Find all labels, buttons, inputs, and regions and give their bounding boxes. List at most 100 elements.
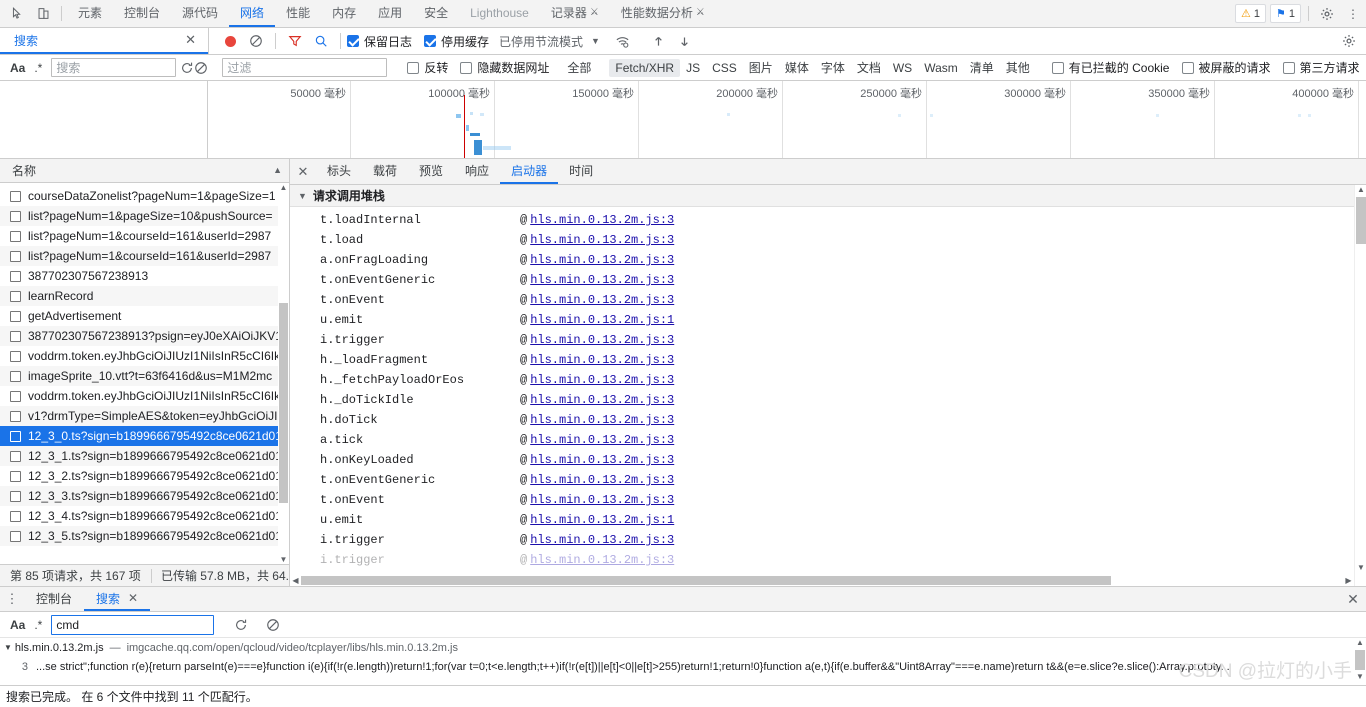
detail-horizontal-scrollbar[interactable]: ◀ ▶ xyxy=(290,574,1354,586)
row-checkbox[interactable] xyxy=(10,211,21,222)
match-case-toggle[interactable]: Aa xyxy=(0,618,32,632)
source-link[interactable]: hls.min.0.13.2m.js:3 xyxy=(530,473,674,487)
drawer-close-icon[interactable]: ✕ xyxy=(1340,587,1366,611)
scrollbar-thumb[interactable] xyxy=(301,576,1111,585)
row-checkbox[interactable] xyxy=(10,371,21,382)
detail-tab-response[interactable]: 响应 xyxy=(454,159,500,184)
message-badge[interactable]: ⚑ 1 xyxy=(1270,4,1301,23)
detail-vertical-scrollbar[interactable]: ▲ ▼ xyxy=(1354,185,1366,586)
source-link[interactable]: hls.min.0.13.2m.js:3 xyxy=(530,373,674,387)
row-checkbox[interactable] xyxy=(10,291,21,302)
list-item[interactable]: u.emit@hls.min.0.13.2m.js:1 xyxy=(290,310,1366,330)
source-link[interactable]: hls.min.0.13.2m.js:3 xyxy=(530,353,674,367)
network-settings-gear-icon[interactable] xyxy=(1336,28,1362,54)
device-toolbar-icon[interactable] xyxy=(30,0,56,27)
invert-checkbox[interactable]: 反转 xyxy=(407,59,448,76)
filter-type-ws[interactable]: WS xyxy=(887,59,918,77)
table-row[interactable]: 12_3_4.ts?sign=b1899666795492c8ce0621d01 xyxy=(0,506,289,526)
row-checkbox[interactable] xyxy=(10,471,21,482)
row-checkbox[interactable] xyxy=(10,411,21,422)
tab-performance[interactable]: 性能 xyxy=(275,0,321,27)
search-input[interactable] xyxy=(51,58,176,77)
table-row[interactable]: courseDataZonelist?pageNum=1&pageSize=1 xyxy=(0,186,289,206)
refresh-icon[interactable] xyxy=(228,612,254,638)
tab-performance-insights[interactable]: 性能数据分析 ⚔ xyxy=(610,0,716,27)
row-checkbox[interactable] xyxy=(10,191,21,202)
table-row[interactable]: 387702307567238913?psign=eyJ0eXAiOiJKV1 xyxy=(0,326,289,346)
regex-toggle[interactable]: .* xyxy=(32,61,51,75)
request-list-scrollbar[interactable]: ▲ ▼ xyxy=(278,183,289,564)
list-item[interactable]: h._doTickIdle@hls.min.0.13.2m.js:3 xyxy=(290,390,1366,410)
close-icon[interactable]: ✕ xyxy=(128,591,138,605)
scroll-right-arrow[interactable]: ▶ xyxy=(1343,576,1354,585)
tab-network[interactable]: 网络 xyxy=(229,0,275,27)
clear-icon[interactable] xyxy=(243,28,269,54)
filter-input[interactable] xyxy=(222,58,387,77)
filter-type-js[interactable]: JS xyxy=(680,59,706,77)
match-case-toggle[interactable]: Aa xyxy=(0,61,32,75)
tab-recorder[interactable]: 记录器 ⚔ xyxy=(540,0,610,27)
tab-sources[interactable]: 源代码 xyxy=(171,0,229,27)
filter-type-all[interactable]: 全部 xyxy=(561,57,597,78)
hide-data-urls-checkbox[interactable]: 隐藏数据网址 xyxy=(460,59,549,76)
scrollbar-thumb[interactable] xyxy=(279,303,288,503)
request-list-header[interactable]: 名称 ▲ xyxy=(0,159,289,183)
scroll-left-arrow[interactable]: ◀ xyxy=(290,576,301,585)
row-checkbox[interactable] xyxy=(10,431,21,442)
search-results-list[interactable]: ▼ hls.min.0.13.2m.js — imgcache.qq.com/o… xyxy=(0,638,1366,685)
blocked-requests-checkbox[interactable]: 被屏蔽的请求 xyxy=(1182,59,1271,76)
scroll-down-arrow[interactable]: ▼ xyxy=(1355,563,1366,572)
row-checkbox[interactable] xyxy=(10,271,21,282)
detail-tab-preview[interactable]: 预览 xyxy=(408,159,454,184)
table-row[interactable]: imageSprite_10.vtt?t=63f6416d&us=M1M2mc xyxy=(0,366,289,386)
more-vertical-icon[interactable]: ⋮ xyxy=(1340,0,1366,27)
filter-type-font[interactable]: 字体 xyxy=(815,57,851,78)
table-row[interactable]: 387702307567238913 xyxy=(0,266,289,286)
search-result-file[interactable]: ▼ hls.min.0.13.2m.js — imgcache.qq.com/o… xyxy=(0,638,1366,657)
network-conditions-icon[interactable] xyxy=(610,28,636,54)
overview-timeline[interactable]: 50000 毫秒 100000 毫秒 150000 毫秒 200000 毫秒 2… xyxy=(208,81,1366,158)
scroll-down-arrow[interactable]: ▼ xyxy=(1354,672,1366,681)
source-link[interactable]: hls.min.0.13.2m.js:3 xyxy=(530,533,674,547)
scrollbar-thumb[interactable] xyxy=(1355,650,1365,670)
list-item[interactable]: h.onKeyLoaded@hls.min.0.13.2m.js:3 xyxy=(290,450,1366,470)
filter-type-wasm[interactable]: Wasm xyxy=(918,59,964,77)
filter-type-doc[interactable]: 文档 xyxy=(851,57,887,78)
source-link[interactable]: hls.min.0.13.2m.js:3 xyxy=(530,333,674,347)
row-checkbox[interactable] xyxy=(10,231,21,242)
chevron-down-icon[interactable]: ▼ xyxy=(591,36,600,46)
source-link[interactable]: hls.min.0.13.2m.js:3 xyxy=(530,493,674,507)
tab-console[interactable]: 控制台 xyxy=(113,0,171,27)
third-party-requests-checkbox[interactable]: 第三方请求 xyxy=(1283,59,1360,76)
blocked-cookies-checkbox[interactable]: 有已拦截的 Cookie xyxy=(1052,59,1170,76)
table-row[interactable]: list?pageNum=1&courseId=161&userId=2987 xyxy=(0,226,289,246)
list-item[interactable]: i.trigger@hls.min.0.13.2m.js:3 xyxy=(290,330,1366,350)
source-link[interactable]: hls.min.0.13.2m.js:1 xyxy=(530,313,674,327)
import-har-icon[interactable] xyxy=(646,28,672,54)
source-link[interactable]: hls.min.0.13.2m.js:3 xyxy=(530,273,674,287)
detail-tab-headers[interactable]: 标头 xyxy=(316,159,362,184)
table-row[interactable]: voddrm.token.eyJhbGciOiJIUzI1NiIsInR5cCI… xyxy=(0,386,289,406)
drawer-tab-search[interactable]: 搜索 ✕ xyxy=(84,587,150,611)
table-row[interactable]: 12_3_1.ts?sign=b1899666795492c8ce0621d01 xyxy=(0,446,289,466)
inspect-cursor-icon[interactable] xyxy=(4,0,30,27)
table-row[interactable]: list?pageNum=1&courseId=161&userId=2987 xyxy=(0,246,289,266)
table-row[interactable]: 12_3_2.ts?sign=b1899666795492c8ce0621d01 xyxy=(0,466,289,486)
clear-search-icon[interactable] xyxy=(194,55,208,81)
tab-security[interactable]: 安全 xyxy=(413,0,459,27)
filter-type-fetch-xhr[interactable]: Fetch/XHR xyxy=(609,59,680,77)
source-link[interactable]: hls.min.0.13.2m.js:3 xyxy=(530,553,674,567)
source-link[interactable]: hls.min.0.13.2m.js:1 xyxy=(530,513,674,527)
tab-application[interactable]: 应用 xyxy=(367,0,413,27)
gear-icon[interactable] xyxy=(1314,0,1340,27)
list-item[interactable]: t.onEventGeneric@hls.min.0.13.2m.js:3 xyxy=(290,270,1366,290)
row-checkbox[interactable] xyxy=(10,511,21,522)
scrollbar-thumb[interactable] xyxy=(1356,197,1366,244)
table-row[interactable]: v1?drmType=SimpleAES&token=eyJhbGciOiJI. xyxy=(0,406,289,426)
list-item[interactable]: t.loadInternal@hls.min.0.13.2m.js:3 xyxy=(290,210,1366,230)
tab-memory[interactable]: 内存 xyxy=(321,0,367,27)
request-list[interactable]: courseDataZonelist?pageNum=1&pageSize=1 … xyxy=(0,183,289,564)
sort-ascending-icon[interactable]: ▲ xyxy=(273,165,282,175)
list-item[interactable]: t.onEventGeneric@hls.min.0.13.2m.js:3 xyxy=(290,470,1366,490)
source-link[interactable]: hls.min.0.13.2m.js:3 xyxy=(530,233,674,247)
